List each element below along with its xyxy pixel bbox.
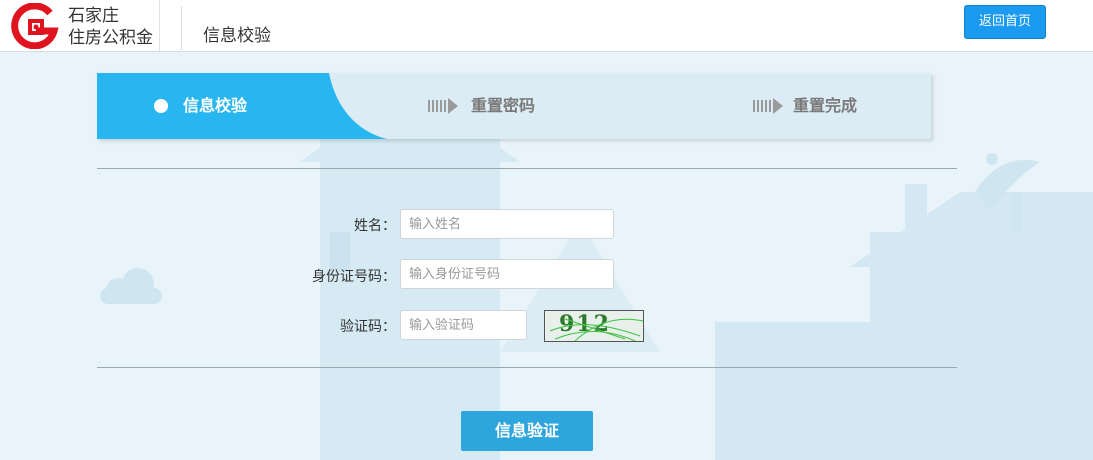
id-number-input[interactable] [400,259,614,289]
captcha-image[interactable]: 912 [544,310,644,342]
captcha-noise [549,318,643,341]
name-input[interactable] [400,209,614,239]
name-label: 姓名： [354,218,396,234]
progress-steps: 信息校验 重置密码 重置完成 [97,73,931,139]
step-arrow-icon [428,98,458,114]
step-dot-icon [154,99,168,113]
header-divider [181,6,182,50]
return-home-button[interactable]: 返回首页 [964,5,1046,39]
logo-icon [11,3,59,49]
logo-line1: 石家庄 [68,6,119,26]
step-verify-info: 信息校验 [183,96,248,115]
logo-line2: 住房公积金 [68,28,153,48]
logo-text: 石家庄 住房公积金 [68,5,153,49]
id-number-label: 身份证号码： [312,269,396,285]
step-reset-password: 重置密码 [471,96,536,115]
captcha-input[interactable] [400,310,527,340]
captcha-label: 验证码： [340,319,396,335]
top-header: 石家庄 住房公积金 信息校验 返回首页 [0,0,1093,52]
divider-bottom [97,367,957,368]
page-title: 信息校验 [203,26,271,46]
step-reset-complete: 重置完成 [793,96,858,115]
divider-top [97,168,957,169]
logo[interactable]: 石家庄 住房公积金 [0,0,160,51]
step-arrow-icon [753,98,783,114]
verify-info-button[interactable]: 信息验证 [461,411,593,451]
